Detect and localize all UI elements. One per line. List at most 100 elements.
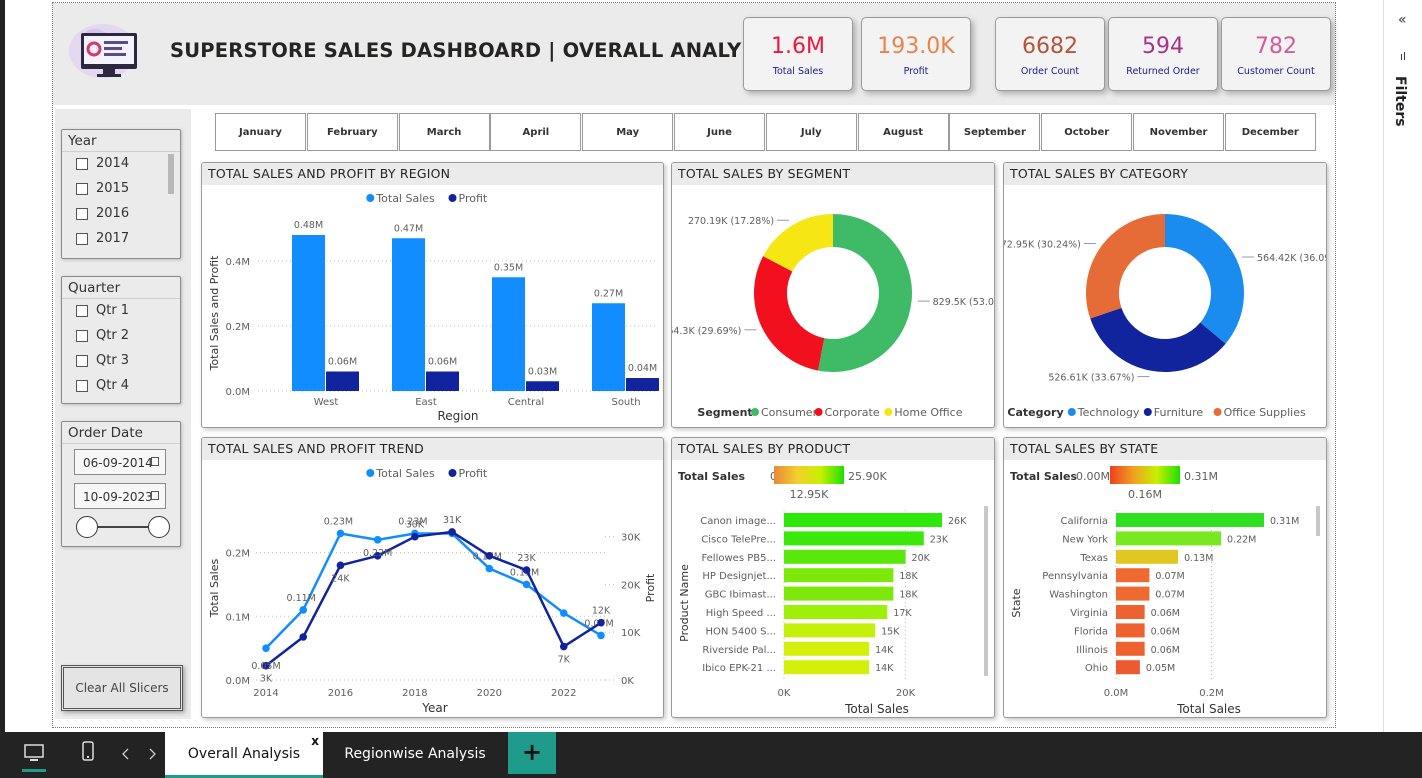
month-button-july[interactable]: July: [765, 113, 857, 151]
checkbox[interactable]: [76, 380, 88, 392]
y2-tick-label: 10K: [621, 628, 641, 639]
x-tick-label: 0K: [778, 688, 791, 699]
legend-label: Total Sales: [375, 467, 435, 480]
year-slicer-scrollbar[interactable]: [168, 154, 174, 194]
data-point: [559, 642, 568, 651]
end-date-input[interactable]: 10-09-2023: [74, 483, 166, 509]
legend-marker: [814, 408, 823, 416]
month-button-november[interactable]: November: [1133, 113, 1224, 151]
bar: [784, 513, 942, 527]
data-label: 23K: [517, 553, 536, 564]
tab-overall-analysis[interactable]: Overall Analysis x: [165, 732, 323, 778]
y-tick-label: High Speed ...: [706, 608, 776, 619]
kpi-value: 1.6M: [771, 34, 825, 59]
data-point: [336, 529, 345, 538]
y-tick-label: Florida: [1074, 626, 1108, 637]
calendar-icon[interactable]: [151, 457, 159, 466]
date-range-end-handle[interactable]: [148, 516, 170, 538]
month-button-may[interactable]: May: [582, 113, 674, 151]
filters-label[interactable]: Filters: [1392, 76, 1408, 127]
month-button-october[interactable]: October: [1041, 113, 1133, 151]
year-option[interactable]: 2017: [62, 227, 180, 252]
y-tick-label: Ibico EPK-21 ...: [702, 663, 776, 674]
color-scale-bar: [1110, 466, 1180, 484]
bar: [784, 660, 870, 675]
data-label: 18K: [899, 571, 918, 582]
month-button-august[interactable]: August: [857, 113, 949, 151]
year-option-label: 2016: [96, 206, 130, 221]
y-tick-label: 0.2M: [225, 322, 250, 333]
checkbox[interactable]: [76, 355, 88, 367]
y2-tick-label: 30K: [621, 533, 641, 544]
checkbox[interactable]: [76, 208, 88, 220]
data-label: 24K: [331, 573, 350, 584]
data-label: 0.06M: [1151, 608, 1180, 619]
x-tick-label: 0.2M: [1199, 688, 1224, 699]
year-option[interactable]: 2014: [62, 152, 180, 177]
bar: [784, 586, 894, 601]
legend-label: Home Office: [894, 406, 962, 419]
checkbox[interactable]: [76, 233, 88, 245]
x-tick-label: 0.0M: [1104, 688, 1129, 699]
month-button-december[interactable]: December: [1224, 113, 1316, 151]
data-label: 17K: [893, 608, 912, 619]
color-scale-bar: [774, 466, 844, 484]
x-tick-label: South: [611, 397, 640, 408]
data-label: 14K: [875, 645, 894, 656]
checkbox[interactable]: [76, 305, 88, 317]
quarter-option[interactable]: Qtr 2: [62, 324, 180, 349]
data-label: 270.19K (17.28%): [688, 216, 774, 227]
legend-label: Profit: [459, 467, 488, 480]
data-label: 564.42K (36.09%): [1257, 253, 1327, 264]
donut-slice: [754, 256, 825, 371]
close-tab-icon[interactable]: x: [311, 734, 319, 748]
mobile-view-icon[interactable]: [80, 732, 96, 778]
calendar-icon[interactable]: [151, 491, 159, 500]
legend-marker: [1067, 408, 1076, 416]
donut-slice: [1165, 214, 1244, 344]
legend-marker: [751, 408, 759, 416]
slicer-panel: Year 2014 2015 2016 2017 Quarter Qtr 1 Qtr 2…: [55, 109, 191, 719]
legend-label: Furniture: [1154, 406, 1204, 419]
kpi-card: 6682 Order Count: [995, 17, 1105, 91]
y2-axis-title: Profit: [644, 573, 657, 602]
scale-max: 25.90K: [848, 470, 887, 483]
month-button-september[interactable]: September: [949, 113, 1041, 151]
next-page-icon[interactable]: [146, 732, 158, 778]
quarter-option[interactable]: Qtr 3: [62, 349, 180, 374]
product-chart-card: TOTAL SALES BY PRODUCT Total Sales0.00K2…: [671, 437, 995, 718]
clear-all-slicers-button[interactable]: Clear All Slicers: [61, 665, 183, 711]
quarter-option[interactable]: Qtr 1: [62, 299, 180, 324]
checkbox[interactable]: [76, 330, 88, 342]
legend-marker: [884, 408, 893, 416]
checkbox[interactable]: [76, 158, 88, 170]
year-option[interactable]: 2016: [62, 202, 180, 227]
month-button-april[interactable]: April: [490, 113, 582, 151]
month-button-february[interactable]: February: [306, 113, 398, 151]
y-tick-label: Virginia: [1070, 608, 1108, 619]
tab-regionwise-analysis[interactable]: Regionwise Analysis: [330, 732, 500, 778]
month-button-june[interactable]: June: [674, 113, 765, 151]
month-button-march[interactable]: March: [398, 113, 490, 151]
checkbox[interactable]: [76, 183, 88, 195]
data-point: [373, 536, 382, 544]
date-range-start-handle[interactable]: [76, 516, 98, 538]
data-label: 12K: [592, 606, 611, 617]
quarter-option[interactable]: Qtr 4: [62, 374, 180, 399]
kpi-value: 193.0K: [877, 34, 955, 59]
y2-tick-label: 0K: [621, 676, 634, 687]
prev-page-icon[interactable]: [120, 732, 132, 778]
legend-marker: [366, 194, 375, 202]
data-point: [299, 633, 308, 641]
collapse-filters-icon[interactable]: «: [1398, 12, 1407, 28]
start-date-input[interactable]: 06-09-2014: [74, 449, 166, 475]
x-axis-title: Total Sales: [844, 702, 909, 716]
legend-label: Profit: [459, 192, 488, 205]
month-button-january[interactable]: January: [215, 113, 306, 151]
add-page-button[interactable]: +: [508, 732, 556, 774]
data-label: 472.95K (30.24%): [1004, 240, 1081, 251]
bar: [784, 605, 888, 619]
desktop-view-icon[interactable]: [22, 732, 46, 778]
bar: [626, 378, 659, 391]
year-option[interactable]: 2015: [62, 177, 180, 202]
